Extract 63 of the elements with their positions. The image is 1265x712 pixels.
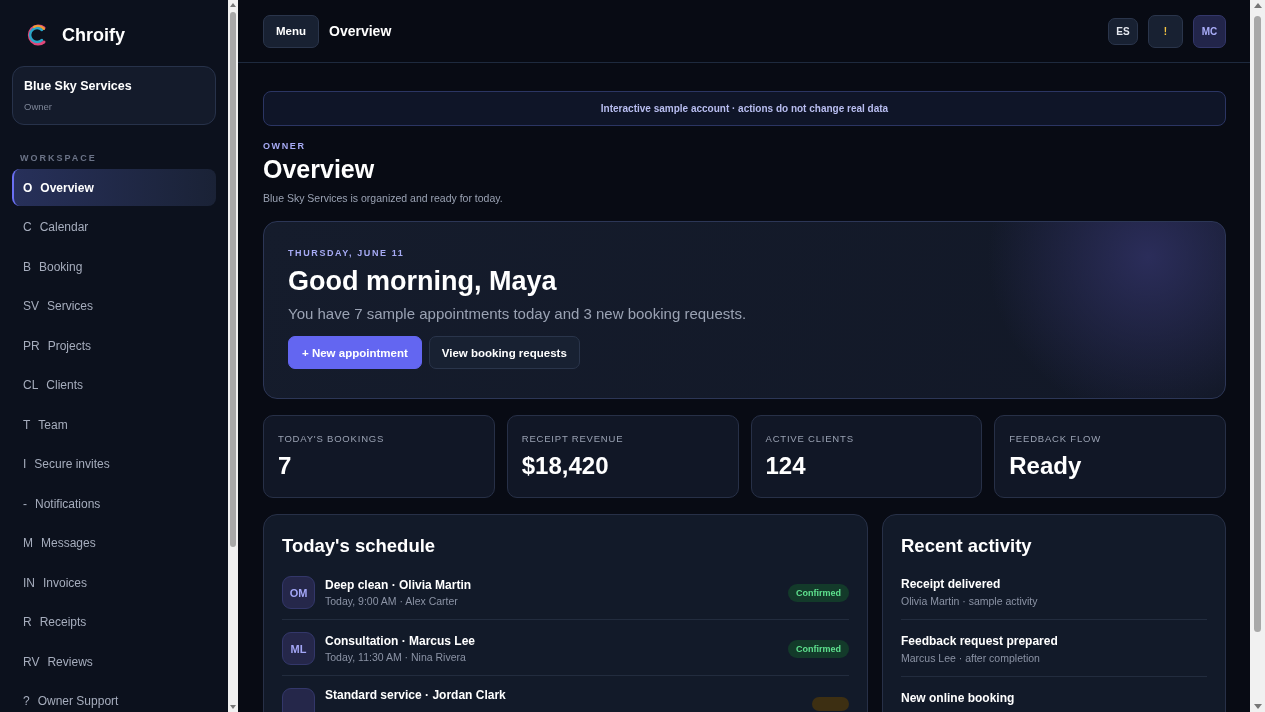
scroll-down-icon[interactable] bbox=[1253, 704, 1262, 709]
panel-title: Recent activity bbox=[901, 535, 1033, 557]
scroll-up-icon[interactable] bbox=[230, 3, 236, 7]
nav-item[interactable]: M Messages bbox=[12, 524, 216, 562]
scrollbar[interactable] bbox=[1250, 0, 1265, 712]
activity-title: Receipt delivered bbox=[901, 577, 1001, 591]
scrollbar[interactable] bbox=[228, 0, 238, 712]
nav-item[interactable]: O Overview bbox=[12, 169, 216, 206]
status-badge: Confirmed bbox=[788, 639, 849, 658]
nav-item[interactable]: CL Clients bbox=[12, 366, 216, 404]
menu-button[interactable]: Menu bbox=[263, 14, 320, 48]
appointment-title: Consultation · Marcus Lee bbox=[325, 634, 476, 648]
stat-label: RECEIPT REVENUE bbox=[521, 433, 624, 444]
nav-item[interactable]: RV Reviews bbox=[12, 643, 216, 680]
client-avatar: ML bbox=[282, 632, 315, 665]
nav-item[interactable]: SV Services bbox=[12, 287, 216, 325]
language-button[interactable]: ES bbox=[1108, 17, 1138, 45]
nav-item[interactable]: I Secure invites bbox=[12, 445, 216, 483]
client-avatar: OM bbox=[282, 576, 315, 609]
page-heading: Overview bbox=[263, 155, 376, 184]
appointment-title: Deep clean · Olivia Martin bbox=[325, 578, 472, 592]
stat-label: ACTIVE CLIENTS bbox=[765, 433, 854, 444]
appointment-detail: Today, 11:30 AM · Nina Rivera bbox=[325, 651, 466, 663]
stat-value: Ready bbox=[1009, 452, 1082, 480]
stat-value: 124 bbox=[765, 452, 806, 480]
eyebrow-label: OWNER bbox=[263, 141, 306, 151]
activity-detail: Olivia Martin · sample activity bbox=[901, 595, 1038, 607]
booking-requests-button[interactable]: View booking requests bbox=[428, 336, 580, 369]
page-subtitle: Blue Sky Services is organized and ready for today. bbox=[263, 192, 503, 204]
account-card[interactable]: Blue Sky Services Owner bbox=[12, 66, 216, 125]
stat-label: FEEDBACK FLOW bbox=[1009, 433, 1101, 444]
activity-title: New online booking bbox=[901, 691, 1015, 705]
nav-item[interactable]: C Calendar bbox=[12, 208, 216, 246]
notice-banner: Interactive sample account · actions do not change real data bbox=[263, 91, 1226, 126]
scroll-up-icon[interactable] bbox=[1253, 3, 1262, 8]
scroll-down-icon[interactable] bbox=[230, 705, 236, 709]
account-name: Blue Sky Services bbox=[24, 79, 133, 93]
page-title: Overview bbox=[329, 23, 392, 39]
greeting-summary: You have 7 sample appointments today and 3 new booking requests. bbox=[288, 305, 747, 322]
alert-button[interactable]: ! bbox=[1148, 14, 1183, 48]
nav-item[interactable]: T Team bbox=[12, 406, 216, 443]
account-role: Owner bbox=[24, 101, 53, 112]
appointment-title: Standard service · Jordan Clark bbox=[325, 688, 506, 702]
activity-detail: Marcus Lee · after completion bbox=[901, 652, 1040, 664]
panel-title: Today's schedule bbox=[282, 535, 437, 557]
greeting-heading: Good morning, Maya bbox=[288, 266, 558, 297]
stat-value: 7 bbox=[278, 452, 292, 480]
nav-item[interactable]: ? Owner Support bbox=[12, 682, 216, 712]
user-avatar[interactable]: MC bbox=[1193, 14, 1226, 48]
nav-item[interactable]: - Notifications bbox=[12, 485, 216, 522]
nav-item[interactable]: B Booking bbox=[12, 248, 216, 285]
activity-title: Feedback request prepared bbox=[901, 634, 1058, 648]
status-badge: Confirmed bbox=[788, 583, 849, 602]
date-label: THURSDAY, JUNE 11 bbox=[288, 248, 405, 258]
stat-label: TODAY'S BOOKINGS bbox=[278, 433, 385, 444]
new-appointment-button[interactable]: + New appointment bbox=[288, 336, 422, 369]
appointment-detail: Today, 9:00 AM · Alex Carter bbox=[325, 595, 458, 607]
nav-item[interactable]: R Receipts bbox=[12, 603, 216, 641]
brand-name: Chroify bbox=[62, 24, 125, 46]
nav-item[interactable]: IN Invoices bbox=[12, 564, 216, 601]
section-label: WORKSPACE bbox=[20, 153, 98, 163]
stat-value: $18,420 bbox=[521, 452, 609, 480]
nav-item[interactable]: PR Projects bbox=[12, 327, 216, 364]
